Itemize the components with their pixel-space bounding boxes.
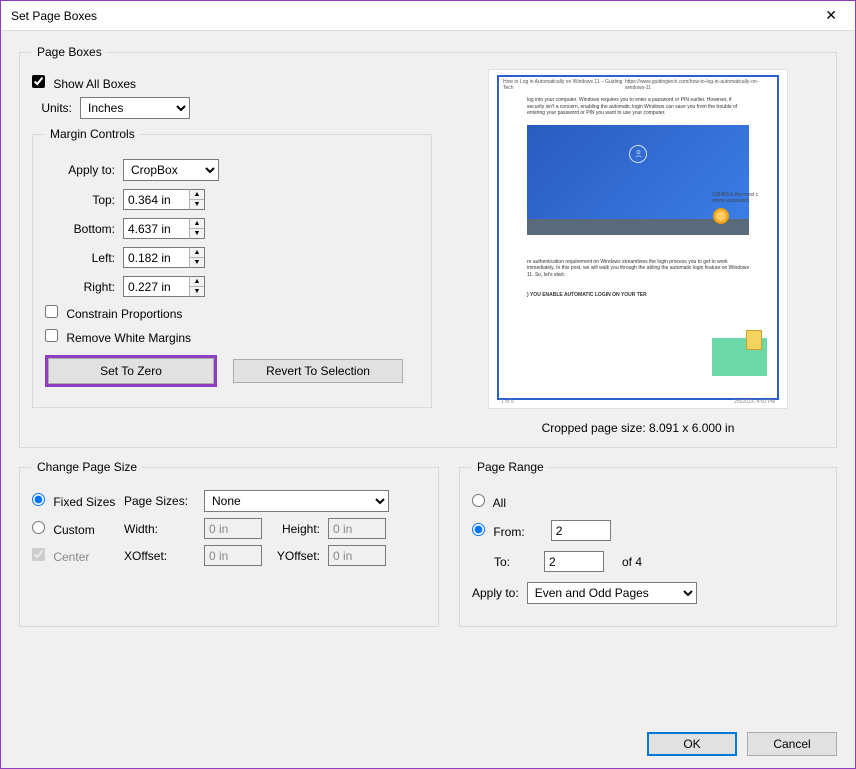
from-text: From: [493, 525, 524, 539]
set-to-zero-highlight: Set To Zero [45, 355, 217, 387]
center-text: Center [53, 550, 89, 564]
preview-para2: re authentication requirement on Windows… [499, 255, 777, 283]
all-pages-text: All [493, 496, 506, 510]
ok-button[interactable]: OK [647, 732, 737, 756]
left-input[interactable] [123, 247, 189, 268]
apply-to-select[interactable]: CropBox [123, 159, 219, 181]
constrain-proportions-checkbox[interactable] [45, 305, 58, 318]
width-input [204, 518, 262, 539]
constrain-text: Constrain Proportions [66, 307, 182, 321]
preview-monitor-image [527, 125, 749, 235]
to-input[interactable] [544, 551, 604, 572]
fixed-sizes-text: Fixed Sizes [53, 495, 115, 509]
center-label: Center [32, 548, 116, 564]
bottom-input[interactable] [123, 218, 189, 239]
center-checkbox [32, 548, 45, 561]
constrain-proportions-label[interactable]: Constrain Proportions [45, 305, 182, 321]
remove-white-margins-checkbox[interactable] [45, 329, 58, 342]
right-label: Right: [45, 280, 115, 294]
xoffset-input [204, 545, 262, 566]
units-select[interactable]: Inches [80, 97, 190, 119]
set-to-zero-button[interactable]: Set To Zero [48, 358, 214, 384]
remove-white-text: Remove White Margins [66, 331, 191, 345]
dialog-window: Set Page Boxes ✕ Page Boxes Show All Box… [0, 0, 856, 769]
preview-sidebar-note: 123456 is the most c ommo password. [712, 192, 767, 204]
range-apply-to-select[interactable]: Even and Odd Pages [527, 582, 697, 604]
fixed-sizes-label[interactable]: Fixed Sizes [32, 493, 116, 509]
margin-controls-legend: Margin Controls [45, 127, 140, 141]
width-label: Width: [124, 522, 196, 536]
preview-footer-right: 2/5/2023, 4:50 PM [734, 399, 775, 405]
page-boxes-legend: Page Boxes [32, 45, 107, 59]
yoffset-label: YOffset: [270, 549, 320, 563]
spinner-up-icon[interactable]: ▲ [190, 277, 204, 287]
custom-label[interactable]: Custom [32, 521, 116, 537]
dialog-content: Page Boxes Show All Boxes Units: Inches [1, 31, 855, 726]
bottom-label: Bottom: [45, 222, 115, 236]
page-preview: How to Log in Automatically on Windows 1… [488, 69, 788, 409]
show-all-boxes-label[interactable]: Show All Boxes [32, 75, 136, 91]
preview-header-right: https://www.guidingtech.com/how-to-log-i… [625, 79, 773, 91]
preview-caption: Cropped page size: 8.091 x 6.000 in [452, 421, 824, 435]
dialog-actions: OK Cancel [1, 726, 855, 768]
preview-header-left: How to Log in Automatically on Windows 1… [503, 79, 625, 91]
window-title: Set Page Boxes [11, 9, 97, 23]
top-label: Top: [45, 193, 115, 207]
xoffset-label: XOffset: [124, 549, 196, 563]
to-label: To: [494, 555, 536, 569]
from-radio[interactable] [472, 523, 485, 536]
top-input[interactable] [123, 189, 189, 210]
user-icon [629, 145, 647, 163]
to-total: of 4 [622, 555, 642, 569]
cancel-button[interactable]: Cancel [747, 732, 837, 756]
yoffset-input [328, 545, 386, 566]
left-spinner[interactable]: ▲▼ [123, 247, 205, 268]
spinner-down-icon[interactable]: ▼ [190, 200, 204, 209]
titlebar: Set Page Boxes ✕ [1, 1, 855, 31]
height-label: Height: [270, 522, 320, 536]
from-label[interactable]: From: [472, 523, 525, 539]
show-all-boxes-checkbox[interactable] [32, 75, 45, 88]
top-spinner[interactable]: ▲▼ [123, 189, 205, 210]
show-all-boxes-text: Show All Boxes [53, 77, 136, 91]
spinner-down-icon[interactable]: ▼ [190, 258, 204, 267]
apply-to-label: Apply to: [45, 163, 115, 177]
page-range-group: Page Range All From: To: [459, 460, 837, 627]
change-page-size-group: Change Page Size Fixed Sizes Page Sizes:… [19, 460, 439, 627]
units-label: Units: [32, 101, 72, 115]
remove-white-margins-label[interactable]: Remove White Margins [45, 329, 191, 345]
margin-controls-group: Margin Controls Apply to: CropBox Top: [32, 127, 432, 408]
right-input[interactable] [123, 276, 189, 297]
close-icon[interactable]: ✕ [817, 3, 845, 28]
spinner-down-icon[interactable]: ▼ [190, 229, 204, 238]
preview-green-block [712, 338, 767, 376]
left-label: Left: [45, 251, 115, 265]
right-spinner[interactable]: ▲▼ [123, 276, 205, 297]
preview-footer-left: 1 of 5 [501, 399, 514, 405]
page-range-legend: Page Range [472, 460, 549, 474]
preview-heading: ) YOU ENABLE AUTOMATIC LOGIN ON YOUR TER [499, 288, 777, 303]
height-input [328, 518, 386, 539]
all-pages-label[interactable]: All [472, 494, 506, 510]
spinner-up-icon[interactable]: ▲ [190, 248, 204, 258]
all-pages-radio[interactable] [472, 494, 485, 507]
spinner-up-icon[interactable]: ▲ [190, 190, 204, 200]
fixed-sizes-radio[interactable] [32, 493, 45, 506]
spinner-down-icon[interactable]: ▼ [190, 287, 204, 296]
custom-text: Custom [53, 523, 94, 537]
page-sizes-label: Page Sizes: [124, 494, 196, 508]
range-apply-to-label: Apply to: [472, 586, 519, 600]
revert-to-selection-button[interactable]: Revert To Selection [233, 359, 403, 383]
bottom-spinner[interactable]: ▲▼ [123, 218, 205, 239]
from-input[interactable] [551, 520, 611, 541]
page-boxes-group: Page Boxes Show All Boxes Units: Inches [19, 45, 837, 448]
change-page-size-legend: Change Page Size [32, 460, 142, 474]
spinner-up-icon[interactable]: ▲ [190, 219, 204, 229]
preview-para1: log into your computer. Windows requires… [499, 93, 777, 121]
page-sizes-select[interactable]: None [204, 490, 389, 512]
custom-radio[interactable] [32, 521, 45, 534]
